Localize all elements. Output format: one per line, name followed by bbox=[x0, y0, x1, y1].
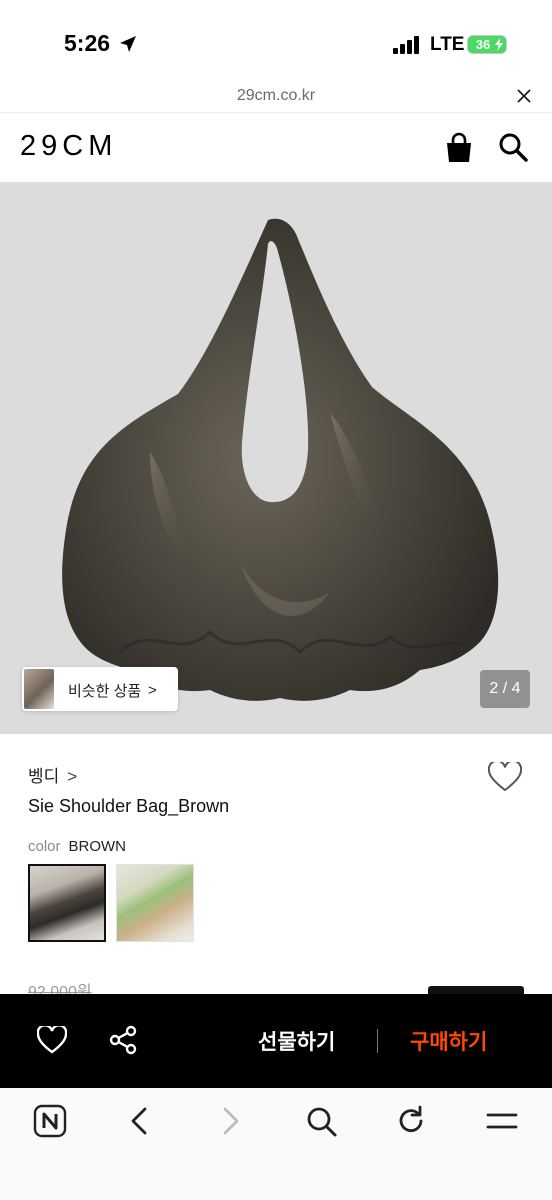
site-header: 29CM bbox=[0, 114, 552, 182]
similar-products-label: 비슷한 상품 bbox=[68, 683, 142, 700]
chevron-right-icon: > bbox=[148, 682, 157, 699]
color-swatch-brown[interactable] bbox=[28, 864, 106, 942]
color-value: BROWN bbox=[68, 838, 127, 855]
bag-image bbox=[62, 218, 499, 701]
color-label: color bbox=[28, 838, 61, 855]
similar-products-button[interactable]: 비슷한 상품 > bbox=[22, 667, 178, 711]
product-image[interactable]: 비슷한 상품 > 2 / 4 bbox=[0, 182, 552, 734]
search-icon[interactable] bbox=[304, 1104, 338, 1138]
close-icon[interactable] bbox=[516, 88, 532, 104]
share-icon[interactable] bbox=[108, 1025, 138, 1055]
network-type: LTE bbox=[430, 34, 465, 55]
browser-toolbar bbox=[0, 1088, 552, 1200]
chevron-right-icon: > bbox=[67, 767, 78, 786]
search-icon[interactable] bbox=[498, 132, 528, 162]
status-time: 5:26 bbox=[64, 30, 111, 56]
back-icon[interactable] bbox=[123, 1104, 157, 1138]
image-page-counter: 2 / 4 bbox=[480, 670, 530, 708]
battery-level: 36 bbox=[475, 37, 491, 52]
signal-icon bbox=[393, 36, 419, 54]
gift-button[interactable]: 선물하기 bbox=[258, 1026, 335, 1056]
cart-icon[interactable] bbox=[444, 132, 474, 164]
naver-home-icon[interactable] bbox=[33, 1104, 67, 1138]
charging-bolt-icon bbox=[495, 38, 503, 51]
color-option-row: color BROWN bbox=[28, 838, 126, 855]
action-divider bbox=[377, 1029, 378, 1053]
brand-name: 벵디 bbox=[28, 767, 60, 786]
similar-product-thumbnail bbox=[24, 669, 54, 709]
brand-link[interactable]: 벵디 > bbox=[28, 762, 77, 787]
product-name: Sie Shoulder Bag_Brown bbox=[28, 796, 230, 816]
location-arrow-icon bbox=[120, 36, 136, 52]
heart-icon[interactable] bbox=[37, 1026, 67, 1054]
purchase-action-bar: 선물하기 구매하기 bbox=[0, 994, 552, 1088]
heart-icon[interactable] bbox=[488, 762, 522, 792]
url-text[interactable]: 29cm.co.kr bbox=[0, 87, 552, 105]
buy-button[interactable]: 구매하기 bbox=[410, 1026, 487, 1056]
refresh-icon[interactable] bbox=[394, 1104, 428, 1138]
site-logo[interactable]: 29CM bbox=[20, 130, 117, 163]
url-bar[interactable]: 29cm.co.kr bbox=[0, 80, 552, 113]
color-swatch-alt[interactable] bbox=[116, 864, 194, 942]
status-bar: 5:26 LTE 36 bbox=[0, 0, 552, 80]
battery-icon: 36 bbox=[467, 35, 507, 54]
menu-icon[interactable] bbox=[485, 1104, 519, 1138]
forward-icon[interactable] bbox=[213, 1104, 247, 1138]
